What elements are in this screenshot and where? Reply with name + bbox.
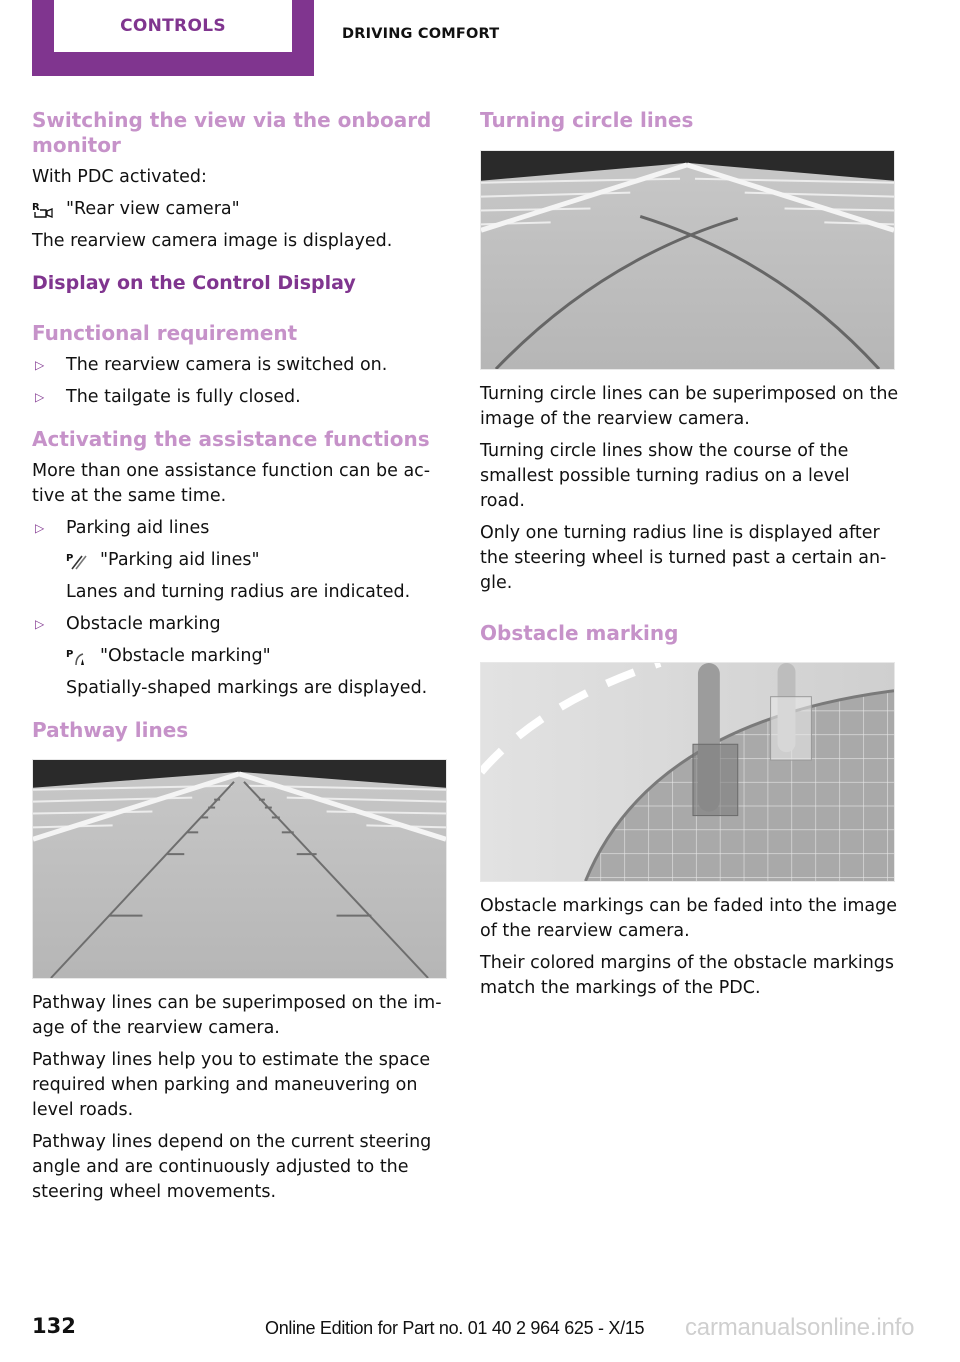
list-item: ▷ The rearview camera is switched on. xyxy=(32,353,452,378)
turning-paragraph-3: Only one turning radius line is displaye… xyxy=(480,523,887,593)
watermark: carmanualsonline.info xyxy=(685,1314,915,1341)
pathway-paragraph-2: Pathway lines help you to estimate the s… xyxy=(32,1050,431,1120)
bullet-triangle-icon: ▷ xyxy=(35,521,45,535)
heading-activating-assistance: Activating the assistance functions xyxy=(32,427,430,451)
obstacle-marking-figure xyxy=(480,662,895,882)
chapter-tab: CONTROLS xyxy=(32,0,314,76)
parking-aid-lines-icon: P xyxy=(66,551,92,571)
obstacle-paragraph-2: Their colored margins of the obstacle ma… xyxy=(480,953,895,998)
turning-paragraph-2: Turning circle lines show the course of … xyxy=(480,441,850,511)
bullet-triangle-icon: ▷ xyxy=(35,617,45,631)
obstacle-marking-icon: P xyxy=(66,647,92,667)
heading-display-control-display: Display on the Control Display xyxy=(32,272,356,294)
menu-item-parking-aid-lines: P "Parking aid lines" xyxy=(66,550,260,571)
svg-text:P: P xyxy=(66,553,73,564)
obstacle-paragraph-1: Obstacle markings can be faded into the … xyxy=(480,896,897,941)
list-item-parking-aid-lines: ▷ Parking aid lines P "Parking aid lines… xyxy=(32,516,452,605)
bullet-triangle-icon: ▷ xyxy=(35,390,45,404)
chapter-tab-inner: CONTROLS xyxy=(54,0,292,52)
pathway-lines-figure xyxy=(32,759,447,979)
pathway-paragraph-1: Pathway lines can be superimposed on the… xyxy=(32,993,442,1038)
item-title: Parking aid lines xyxy=(66,518,210,538)
heading-pathway-lines: Pathway lines xyxy=(32,718,189,742)
menu-item-label: "Rear view camera" xyxy=(66,199,240,219)
menu-item-obstacle-marking: P "Obstacle marking" xyxy=(66,646,271,667)
section-label: DRIVING COMFORT xyxy=(342,26,500,42)
heading-switching-view: Switching the view via the onboard monit… xyxy=(32,108,432,157)
list-item: ▷ The tailgate is fully closed. xyxy=(32,385,452,410)
item-description: Spatially-shaped markings are displayed. xyxy=(66,678,428,698)
item-title: Obstacle marking xyxy=(66,614,221,634)
chapter-label: CONTROLS xyxy=(120,16,226,36)
left-column: Switching the view via the onboard monit… xyxy=(32,108,452,1205)
svg-text:R: R xyxy=(32,202,40,213)
right-column: Turning circle lines Turning circle line… xyxy=(480,108,900,1001)
switching-result: The rearview camera image is displayed. xyxy=(32,231,393,251)
svg-text:P: P xyxy=(66,649,73,660)
page-number: 132 xyxy=(32,1314,76,1338)
turning-paragraph-1: Turning circle lines can be superimposed… xyxy=(480,384,899,429)
heading-functional-requirement: Functional requirement xyxy=(32,321,298,345)
bullet-triangle-icon: ▷ xyxy=(35,358,45,372)
heading-turning-circle-lines: Turning circle lines xyxy=(480,108,694,132)
edition-note: Online Edition for Part no. 01 40 2 964 … xyxy=(265,1318,645,1338)
rear-view-camera-icon: R xyxy=(32,200,58,220)
heading-obstacle-marking: Obstacle marking xyxy=(480,621,679,645)
list-item-obstacle-marking: ▷ Obstacle marking P "Obstacle marking" … xyxy=(32,612,452,701)
item-description: Lanes and turning radius are indicated. xyxy=(66,582,411,602)
menu-item-rear-view-camera: R "Rear view camera" xyxy=(32,197,452,222)
turning-circle-lines-figure xyxy=(480,150,895,370)
activating-intro: More than one assistance function can be… xyxy=(32,461,431,506)
pathway-paragraph-3: Pathway lines depend on the current stee… xyxy=(32,1132,432,1202)
switching-intro: With PDC activated: xyxy=(32,167,207,187)
